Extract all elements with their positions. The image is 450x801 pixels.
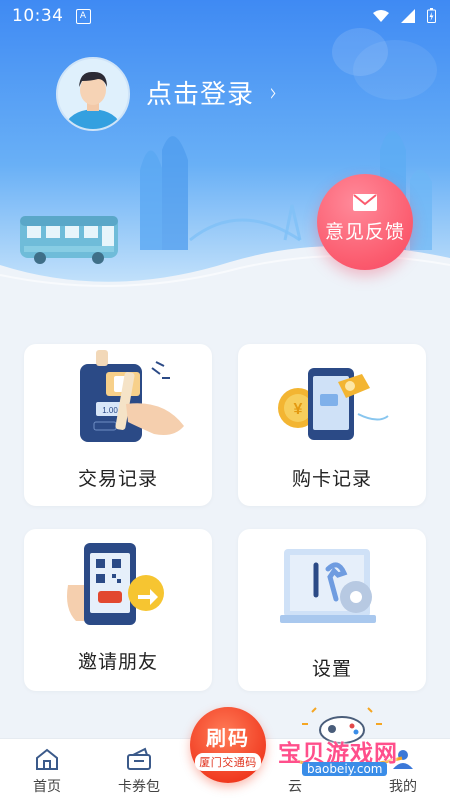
coupon-icon [127, 747, 151, 770]
home-icon [36, 748, 58, 770]
tab-label: 云 [288, 779, 302, 795]
scan-label: 刷码 [206, 726, 250, 750]
transaction-record-icon: 1.00 [80, 350, 184, 442]
notification-icon: A [75, 8, 91, 24]
scan-sublabel: 厦门交通码 [195, 753, 261, 771]
card-purchase-record-icon: ¥ [278, 368, 389, 440]
user-avatar-illustration [58, 59, 128, 129]
avatar[interactable] [56, 57, 130, 131]
chevron-right-icon: › [269, 77, 278, 108]
svg-text:¥: ¥ [294, 401, 303, 418]
card-purchase-record[interactable]: ¥ 购卡记录 [238, 344, 426, 506]
status-time: 10:34 [12, 6, 64, 26]
card-label: 设置 [311, 658, 352, 680]
feedback-button[interactable]: 意见反馈 [317, 174, 413, 270]
tab-label: 我的 [389, 779, 417, 795]
tab-coupon[interactable]: 卡券包 [104, 739, 174, 795]
status-bar: 10:34 A [0, 0, 450, 32]
scan-code-button[interactable]: 刷码 厦门交通码 [190, 707, 266, 783]
invite-friends-icon [67, 543, 164, 625]
signal-icon [401, 8, 415, 23]
tab-home[interactable]: 首页 [12, 739, 82, 795]
wifi-icon [373, 9, 389, 22]
tab-label: 卡券包 [118, 779, 160, 795]
battery-icon [427, 8, 436, 23]
login-text: 点击登录 [146, 80, 255, 110]
tab-label: 首页 [33, 779, 61, 795]
watermark-url: baobeiy.com [302, 762, 388, 776]
settings-icon [280, 549, 376, 623]
card-invite-friends[interactable]: 邀请朋友 [24, 529, 212, 691]
card-settings[interactable]: 设置 [238, 529, 426, 691]
card-label: 交易记录 [77, 468, 158, 490]
card-label: 购卡记录 [291, 468, 372, 490]
bus-illustration [20, 216, 118, 264]
amount-text: 1.00 [102, 406, 118, 415]
card-transaction-record[interactable]: 1.00 交易记录 [24, 344, 212, 506]
feedback-label: 意见反馈 [324, 221, 405, 243]
card-label: 邀请朋友 [77, 651, 158, 673]
login-link[interactable]: 点击登录 › [146, 74, 279, 111]
mail-icon [353, 194, 377, 211]
